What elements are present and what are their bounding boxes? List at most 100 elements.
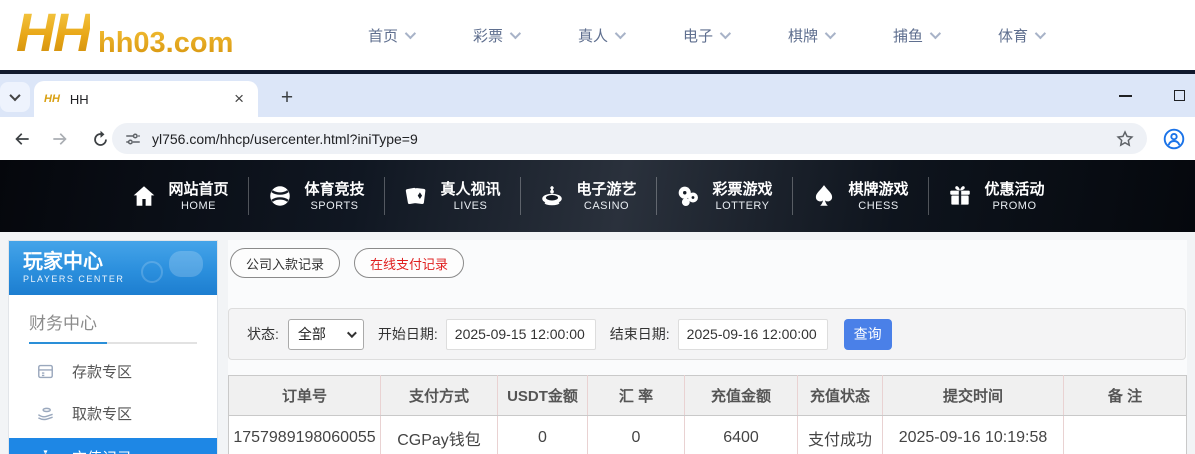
col-order-no: 订单号 — [229, 376, 381, 416]
gift-icon — [947, 183, 973, 209]
tab-title: HH — [70, 92, 230, 107]
avatar — [1162, 127, 1186, 151]
logo-hh-text: HH — [16, 2, 90, 64]
col-submit-time: 提交时间 — [883, 376, 1064, 416]
url-input[interactable]: yl756.com/hhcp/usercenter.html?iniType=9 — [112, 123, 1147, 154]
chevron-right-icon: › — [197, 449, 202, 454]
money-bag-icon — [36, 448, 55, 454]
lottery-balls-icon — [675, 183, 701, 209]
top-nav-lottery[interactable]: 彩票 — [443, 25, 548, 46]
nav-item-casino[interactable]: 电子游艺CASINO — [520, 160, 656, 232]
top-nav-slots[interactable]: 电子 — [653, 25, 758, 46]
nav-item-home[interactable]: 网站首页HOME — [112, 160, 248, 232]
browser-tab-strip: HH HH × + — [0, 74, 1195, 117]
section-underline — [29, 342, 197, 344]
site-header: HH hh03.com 首页 彩票 真人 电子 棋牌 捕鱼 体育 — [0, 0, 1195, 70]
top-nav-fishing[interactable]: 捕鱼 — [863, 25, 968, 46]
tab-company-deposit-records[interactable]: 公司入款记录 — [230, 248, 340, 278]
sidebar-header: 玩家中心 PLAYERS CENTER — [9, 241, 217, 295]
nav-item-promo[interactable]: 优惠活动PROMO — [928, 160, 1064, 232]
end-date-input[interactable] — [678, 319, 828, 350]
col-exchange-rate: 汇 率 — [588, 376, 685, 416]
page-body: 玩家中心 PLAYERS CENTER 财务中心 存款专区 取款专区 充值记录 — [0, 232, 1195, 454]
tab-search-button[interactable] — [0, 82, 30, 112]
filter-panel: 状态: 全部 开始日期: 结束日期: 查询 — [228, 308, 1186, 360]
top-nav-home[interactable]: 首页 — [338, 25, 443, 46]
screen: HH hh03.com 首页 彩票 真人 电子 棋牌 捕鱼 体育 HH HH ×… — [0, 0, 1195, 454]
sidebar-item-withdraw[interactable]: 取款专区 — [9, 392, 217, 434]
nav-item-sports[interactable]: 体育竞技SPORTS — [248, 160, 384, 232]
sidebar-menu: 存款专区 取款专区 充值记录 › — [9, 350, 217, 454]
nav-item-chess[interactable]: 棋牌游戏CHESS — [792, 160, 928, 232]
profile-avatar-icon[interactable] — [1160, 125, 1188, 153]
site-main-nav: 网站首页HOME 体育竞技SPORTS 真人视讯LIVES 电子游艺CASINO… — [0, 160, 1195, 232]
site-settings-icon[interactable] — [124, 130, 142, 148]
site-logo[interactable]: HH hh03.com — [16, 2, 233, 64]
start-date-input[interactable] — [446, 319, 596, 350]
sidebar-item-deposit[interactable]: 存款专区 — [9, 350, 217, 392]
col-payment-method: 支付方式 — [381, 376, 498, 416]
browser-tab[interactable]: HH HH × — [34, 81, 258, 117]
browser-url-bar: yl756.com/hhcp/usercenter.html?iniType=9 — [0, 117, 1195, 160]
cell-exchange-rate: 0 — [588, 416, 685, 454]
cell-recharge-status: 支付成功 — [798, 416, 883, 454]
sidebar-item-recharge-records[interactable]: 充值记录 › — [9, 438, 217, 454]
chevron-down-icon — [1035, 28, 1046, 39]
maximize-icon[interactable] — [1174, 90, 1185, 101]
top-nav-live[interactable]: 真人 — [548, 25, 653, 46]
payment-records-table: 订单号 支付方式 USDT金额 汇 率 充值金额 充值状态 提交时间 备 注 1… — [228, 375, 1187, 454]
cell-remark — [1064, 416, 1187, 454]
logo-domain-text: hh03.com — [98, 27, 233, 60]
close-tab-icon[interactable]: × — [230, 89, 248, 109]
chevron-down-icon — [9, 90, 20, 101]
home-icon — [131, 183, 157, 209]
reload-icon — [91, 130, 110, 149]
search-button[interactable]: 查询 — [844, 319, 892, 350]
back-button[interactable] — [8, 125, 36, 153]
chevron-down-icon — [615, 28, 626, 39]
top-nav-chess[interactable]: 棋牌 — [758, 25, 863, 46]
status-label: 状态: — [247, 324, 279, 344]
main-content: 公司入款记录 在线支付记录 状态: 全部 开始日期: 结束日期: 查询 — [228, 240, 1187, 454]
window-controls — [1119, 74, 1185, 117]
tab-favicon-icon: HH — [44, 93, 60, 105]
minimize-icon[interactable] — [1119, 95, 1132, 97]
cell-payment-method: CGPay钱包 — [381, 416, 498, 454]
table-row: 1757989198060055 CGPay钱包 0 0 6400 支付成功 2… — [229, 416, 1187, 454]
gamepad-icon — [151, 247, 203, 281]
roulette-icon — [539, 183, 565, 209]
top-nav: 首页 彩票 真人 电子 棋牌 捕鱼 体育 — [338, 0, 1073, 70]
players-center-sidebar: 玩家中心 PLAYERS CENTER 财务中心 存款专区 取款专区 充值记录 — [8, 240, 218, 454]
url-text: yl756.com/hhcp/usercenter.html?iniType=9 — [152, 131, 1115, 147]
chevron-down-icon — [720, 28, 731, 39]
status-select[interactable]: 全部 — [288, 319, 364, 350]
nav-item-lottery[interactable]: 彩票游戏LOTTERY — [656, 160, 792, 232]
record-tabs: 公司入款记录 在线支付记录 — [230, 248, 464, 278]
top-nav-sports[interactable]: 体育 — [968, 25, 1073, 46]
withdraw-icon — [36, 404, 55, 423]
tab-online-payment-records[interactable]: 在线支付记录 — [354, 248, 464, 278]
col-recharge-status: 充值状态 — [798, 376, 883, 416]
start-date-label: 开始日期: — [378, 324, 438, 344]
forward-button[interactable] — [46, 125, 74, 153]
end-date-label: 结束日期: — [610, 324, 670, 344]
deposit-icon — [36, 362, 55, 381]
finance-center-heading: 财务中心 — [9, 295, 217, 342]
reload-button[interactable] — [86, 125, 114, 153]
cell-order-no: 1757989198060055 — [229, 416, 381, 454]
spade-icon — [811, 183, 837, 209]
cell-usdt-amount: 0 — [498, 416, 588, 454]
col-usdt-amount: USDT金额 — [498, 376, 588, 416]
col-remark: 备 注 — [1064, 376, 1187, 416]
chevron-down-icon — [510, 28, 521, 39]
new-tab-button[interactable]: + — [272, 83, 302, 113]
cell-recharge-amount: 6400 — [685, 416, 798, 454]
chevron-down-icon — [347, 328, 357, 338]
chevron-down-icon — [930, 28, 941, 39]
cell-submit-time: 2025-09-16 10:19:58 — [883, 416, 1064, 454]
back-arrow-icon — [12, 129, 32, 149]
sports-ball-icon — [267, 183, 293, 209]
bookmark-star-icon[interactable] — [1115, 129, 1135, 149]
chevron-down-icon — [825, 28, 836, 39]
nav-item-lives[interactable]: 真人视讯LIVES — [384, 160, 520, 232]
